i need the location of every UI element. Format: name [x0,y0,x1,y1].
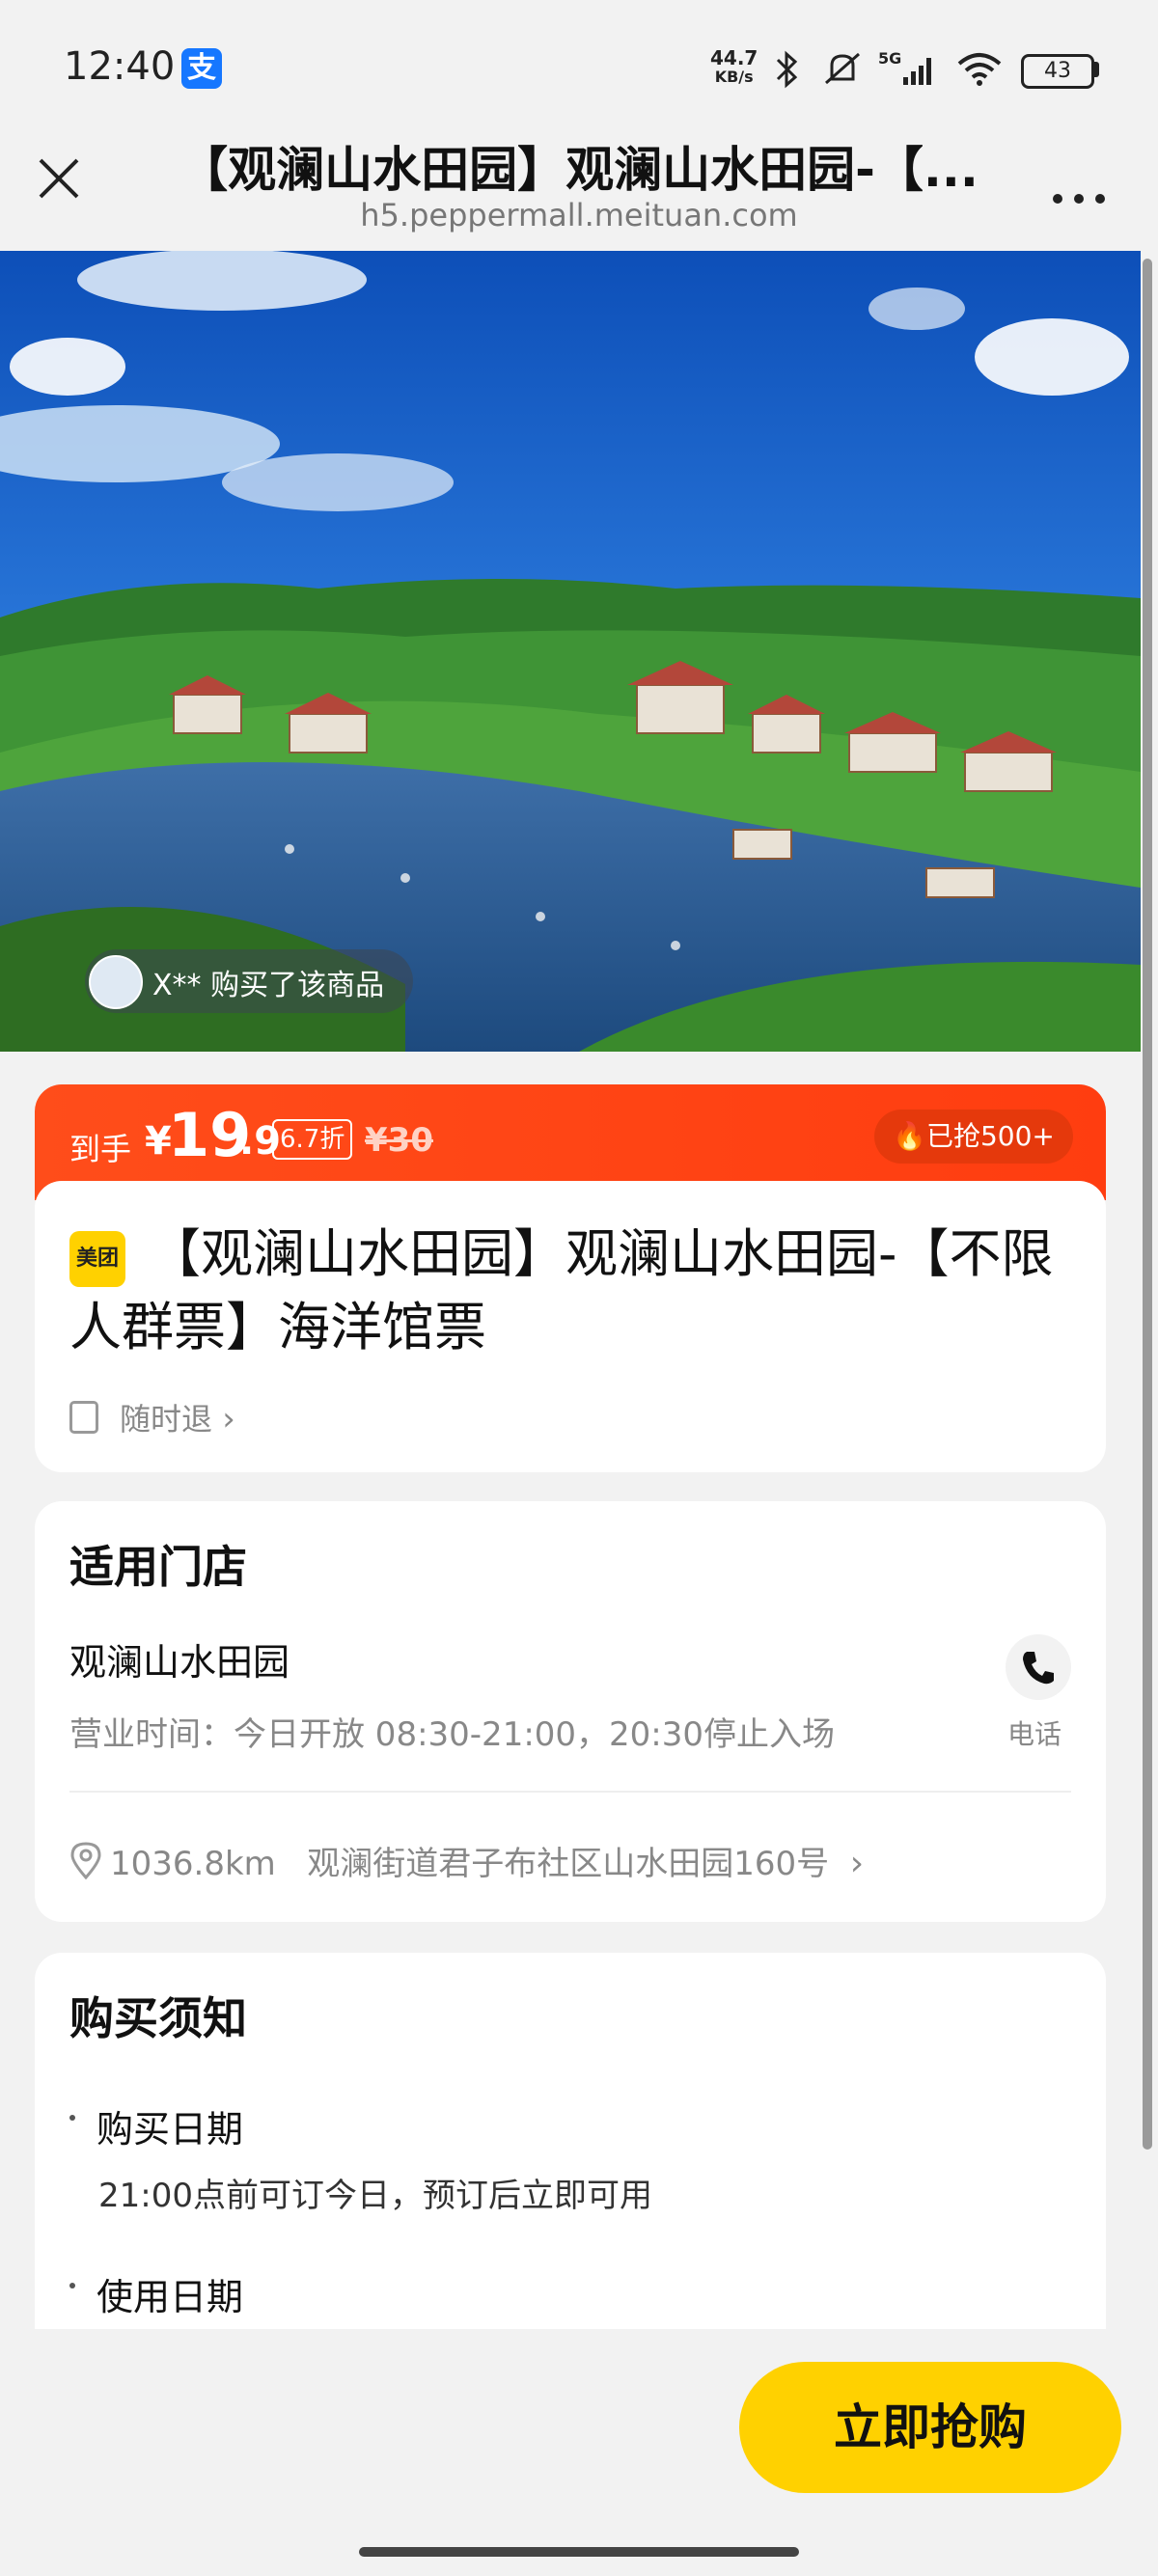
product-title: 【观澜山水田园】观澜山水田园-【不限人群票】海洋馆票 [69,1223,1054,1357]
alipay-icon: 支 [181,48,222,89]
store-hours: 营业时间：今日开放 08:30-21:00，20:30停止入场 [69,1715,836,1754]
store-address: 观澜街道君子布社区山水田园160号 [307,1845,830,1883]
store-section-title: 适用门店 [69,1541,247,1593]
hero-image[interactable] [0,251,1141,1052]
notice-item-body: 21:00点前可订今日，预订后立即可用 [98,2177,652,2215]
notice-item-heading: 使用日期 [96,2276,244,2318]
store-distance: 1036.8km [110,1845,276,1883]
net-speed-unit: KB/s [714,68,754,86]
page-url: h5.peppermall.meituan.com [360,197,798,233]
store-divider [69,1791,1071,1793]
buy-now-button[interactable]: 立即抢购 [739,2362,1121,2493]
more-menu-button[interactable] [1050,174,1108,218]
call-button[interactable] [1006,1634,1071,1700]
close-button[interactable] [35,154,83,203]
chevron-right-icon: › [222,1400,235,1439]
battery-tip [1094,62,1099,77]
wifi-icon [955,50,1004,97]
bluetooth-icon [772,50,801,97]
phone-icon [1023,1652,1054,1685]
sold-count-text: 已抢500+ [925,1120,1055,1152]
meituan-logo: 美团 [69,1231,125,1287]
discount-badge: 6.7折 [272,1119,353,1160]
net-speed-value: 44.7 [710,46,758,69]
fire-icon: 🔥 [893,1120,926,1152]
original-price: ¥30 [365,1121,433,1160]
battery-indicator: 43 [1021,54,1094,89]
notice-item-heading: 购买日期 [96,2108,244,2151]
chevron-right-icon: › [849,1844,865,1883]
signal-icon: 5G [878,49,946,97]
store-name[interactable]: 观澜山水田园 [69,1632,290,1685]
price-prefix: 到手 [69,1131,132,1167]
sold-count-badge: 🔥已抢500+ [874,1110,1073,1164]
buyer-avatar [89,955,143,1009]
status-time: 12:40 [64,44,176,89]
mute-icon [820,50,865,97]
recent-buyer-text: X** 购买了该商品 [152,969,385,1002]
refund-policy-link[interactable]: 随时退 › [120,1395,235,1439]
call-label[interactable]: 电话 [1007,1713,1062,1752]
net-speed: 44.7 KB/s [710,48,758,87]
page-scrollbar[interactable] [1143,259,1152,2150]
home-indicator[interactable] [359,2547,799,2557]
store-location-link[interactable]: 1036.8km 观澜街道君子布社区山水田园160号 › [110,1837,864,1884]
bullet-dot [69,2283,75,2288]
notice-section-title: 购买须知 [69,1992,247,2044]
close-icon [39,158,79,199]
location-pin-icon [69,1841,102,1883]
more-dots-icon [1053,194,1105,204]
network-type: 5G [878,50,901,68]
refund-policy-text: 随时退 [120,1401,213,1438]
bullet-dot [69,2115,75,2121]
refund-icon [69,1401,98,1434]
page-title: 【观澜山水田园】观澜山水田园-【... [179,142,979,198]
